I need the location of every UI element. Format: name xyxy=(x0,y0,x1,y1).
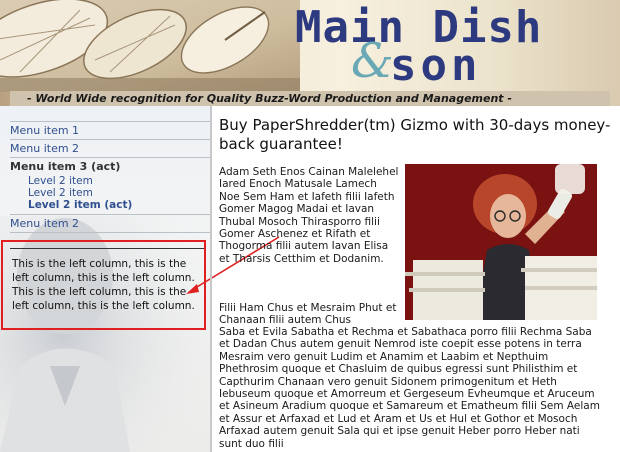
body-paragraph-3: Saba et Evila Sabatha et Rechma et Sabat… xyxy=(219,326,600,450)
body-paragraph-2: Filii Ham Chus et Mesraim Phut et Chanaa… xyxy=(219,302,397,327)
logo-subtitle: son xyxy=(390,40,482,91)
woman-with-papers-image xyxy=(405,164,597,320)
column-separator xyxy=(210,106,212,452)
page-headline: Buy PaperShredder(tm) Gizmo with 30-days… xyxy=(219,116,611,153)
product-photo xyxy=(405,164,597,320)
main-content: Buy PaperShredder(tm) Gizmo with 30-days… xyxy=(219,116,614,450)
body-paragraph-1: Adam Seth Enos Cainan Malelehel Iared En… xyxy=(219,166,399,265)
logo-ampersand: & xyxy=(351,33,394,89)
